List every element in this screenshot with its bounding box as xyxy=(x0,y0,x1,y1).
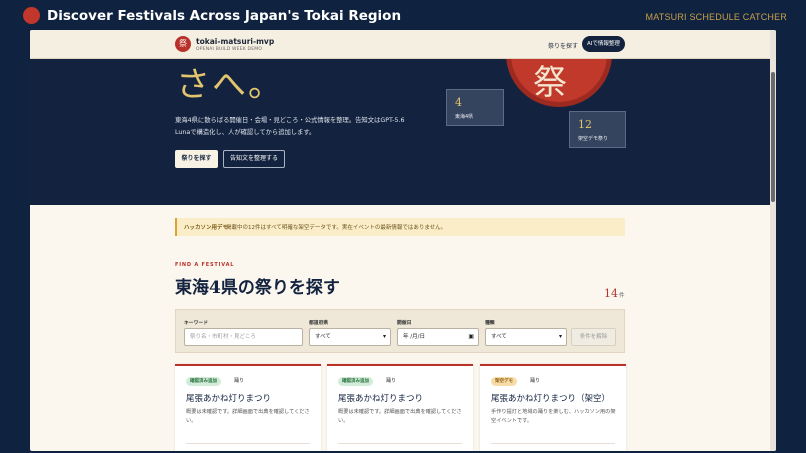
status-badge: 確認済み追加 xyxy=(338,377,373,386)
app-subtitle: OPENAI BUILD WEEK DEMO xyxy=(196,47,263,52)
red-dot-icon xyxy=(23,7,40,24)
card-title[interactable]: 尾張あかね灯りまつり（架空） xyxy=(491,392,610,404)
genre-select[interactable]: すべて ▾ xyxy=(485,328,567,346)
status-badge: 架空デモ xyxy=(491,377,517,386)
notice-text: 掲載中の12件はすべて明確な架空データです。実在イベントの最新情報ではありません… xyxy=(226,225,447,231)
top-nav: 祭 tokai-matsuri-mvp OPENAI BUILD WEEK DE… xyxy=(30,30,770,59)
divider xyxy=(491,443,615,444)
slide-title: Discover Festivals Across Japan's Tokai … xyxy=(47,8,402,24)
divider xyxy=(338,443,462,444)
divider xyxy=(186,443,310,444)
card-description: 手作り提灯と地域の踊りを楽しむ、ハッカソン用の架空イベントです。 xyxy=(491,409,616,424)
prefecture-select-value: すべて xyxy=(315,334,331,340)
prefecture-label: 都道府県 xyxy=(309,321,329,326)
card-description: 概要は未確認です。詳細画面で出典を確認してください。 xyxy=(338,409,462,424)
section-kicker: FIND A FESTIVAL xyxy=(175,262,235,268)
app-name[interactable]: tokai-matsuri-mvp xyxy=(196,37,274,46)
genre-select-value: すべて xyxy=(491,334,507,340)
prefecture-select[interactable]: すべて ▾ xyxy=(309,328,391,346)
stat-label: 東海4県 xyxy=(455,114,474,120)
scrollbar-thumb[interactable] xyxy=(771,72,775,202)
festival-card[interactable]: 確認済み追加 踊り 尾張あかね灯りまつり 概要は未確認です。詳細画面で出典を確認… xyxy=(175,364,321,451)
date-label: 開催日 xyxy=(397,321,412,326)
filter-panel: キーワード 祭り名・市町村・見どころ 都道府県 すべて ▾ 開催日 年 /月/日… xyxy=(175,309,625,353)
genre-tag: 踊り xyxy=(386,378,397,384)
result-count: 14 xyxy=(604,287,618,300)
stat-value: 12 xyxy=(578,118,592,131)
slide-brand: MATSURI SCHEDULE CATCHER xyxy=(645,12,787,22)
notice-tag: ハッカソン用デモ xyxy=(184,225,229,231)
find-festival-button[interactable]: 祭りを探す xyxy=(175,150,218,168)
stat-card-prefectures: 4 東海4県 xyxy=(446,89,504,126)
hero-section: 祭 さへ。 東海4県に散らばる開催日・会場・見どころ・公式情報を整理。告知文はG… xyxy=(30,59,770,205)
organize-announcement-button[interactable]: 告知文を整理する xyxy=(223,150,285,168)
card-description: 概要は未確認です。詳細画面で出典を確認してください。 xyxy=(186,409,310,424)
section-title: 東海4県の祭りを探す xyxy=(175,278,340,298)
chevron-down-icon: ▾ xyxy=(382,333,386,340)
festival-card[interactable]: 確認済み追加 踊り 尾張あかね灯りまつり 概要は未確認です。詳細画面で出典を確認… xyxy=(327,364,473,451)
festival-logo-icon[interactable]: 祭 xyxy=(175,36,191,52)
genre-tag: 踊り xyxy=(234,378,245,384)
keyword-label: キーワード xyxy=(184,321,208,326)
reset-filters-button[interactable]: 条件を解除 xyxy=(571,328,616,346)
genre-label: 種類 xyxy=(485,321,495,326)
ai-organize-button[interactable]: AIで情報整理 xyxy=(582,36,625,52)
hero-description: 東海4県に散らばる開催日・会場・見どころ・公式情報を整理。告知文はGPT-5.6… xyxy=(175,117,405,136)
date-input[interactable]: 年 /月/日 ▣ xyxy=(397,328,479,346)
chevron-down-icon: ▾ xyxy=(558,333,562,340)
date-input-value: 年 /月/日 xyxy=(403,334,425,340)
hero-headline: さへ。 xyxy=(176,65,284,105)
demo-notice: ハッカソン用デモ 掲載中の12件はすべて明確な架空データです。実在イベントの最新… xyxy=(175,218,625,236)
card-title[interactable]: 尾張あかね灯りまつり xyxy=(338,392,423,404)
calendar-icon[interactable]: ▣ xyxy=(468,329,474,345)
genre-tag: 踊り xyxy=(530,378,541,384)
result-count-unit: 件 xyxy=(619,293,625,299)
browser-viewport: 祭 tokai-matsuri-mvp OPENAI BUILD WEEK DE… xyxy=(30,30,776,451)
card-title[interactable]: 尾張あかね灯りまつり xyxy=(186,392,271,404)
sun-glyph: 祭 xyxy=(533,63,567,103)
nav-find-link[interactable]: 祭りを探す xyxy=(548,41,578,50)
status-badge: 確認済み追加 xyxy=(186,377,221,386)
stat-card-festivals: 12 架空デモ祭り xyxy=(569,111,626,148)
festival-card[interactable]: 架空デモ 踊り 尾張あかね灯りまつり（架空） 手作り提灯と地域の踊りを楽しむ、ハ… xyxy=(480,364,626,451)
keyword-input[interactable]: 祭り名・市町村・見どころ xyxy=(184,328,303,346)
stat-label: 架空デモ祭り xyxy=(578,136,609,142)
vertical-scrollbar[interactable] xyxy=(770,30,776,451)
stat-value: 4 xyxy=(455,96,462,109)
slide-header: Discover Festivals Across Japan's Tokai … xyxy=(0,0,806,32)
